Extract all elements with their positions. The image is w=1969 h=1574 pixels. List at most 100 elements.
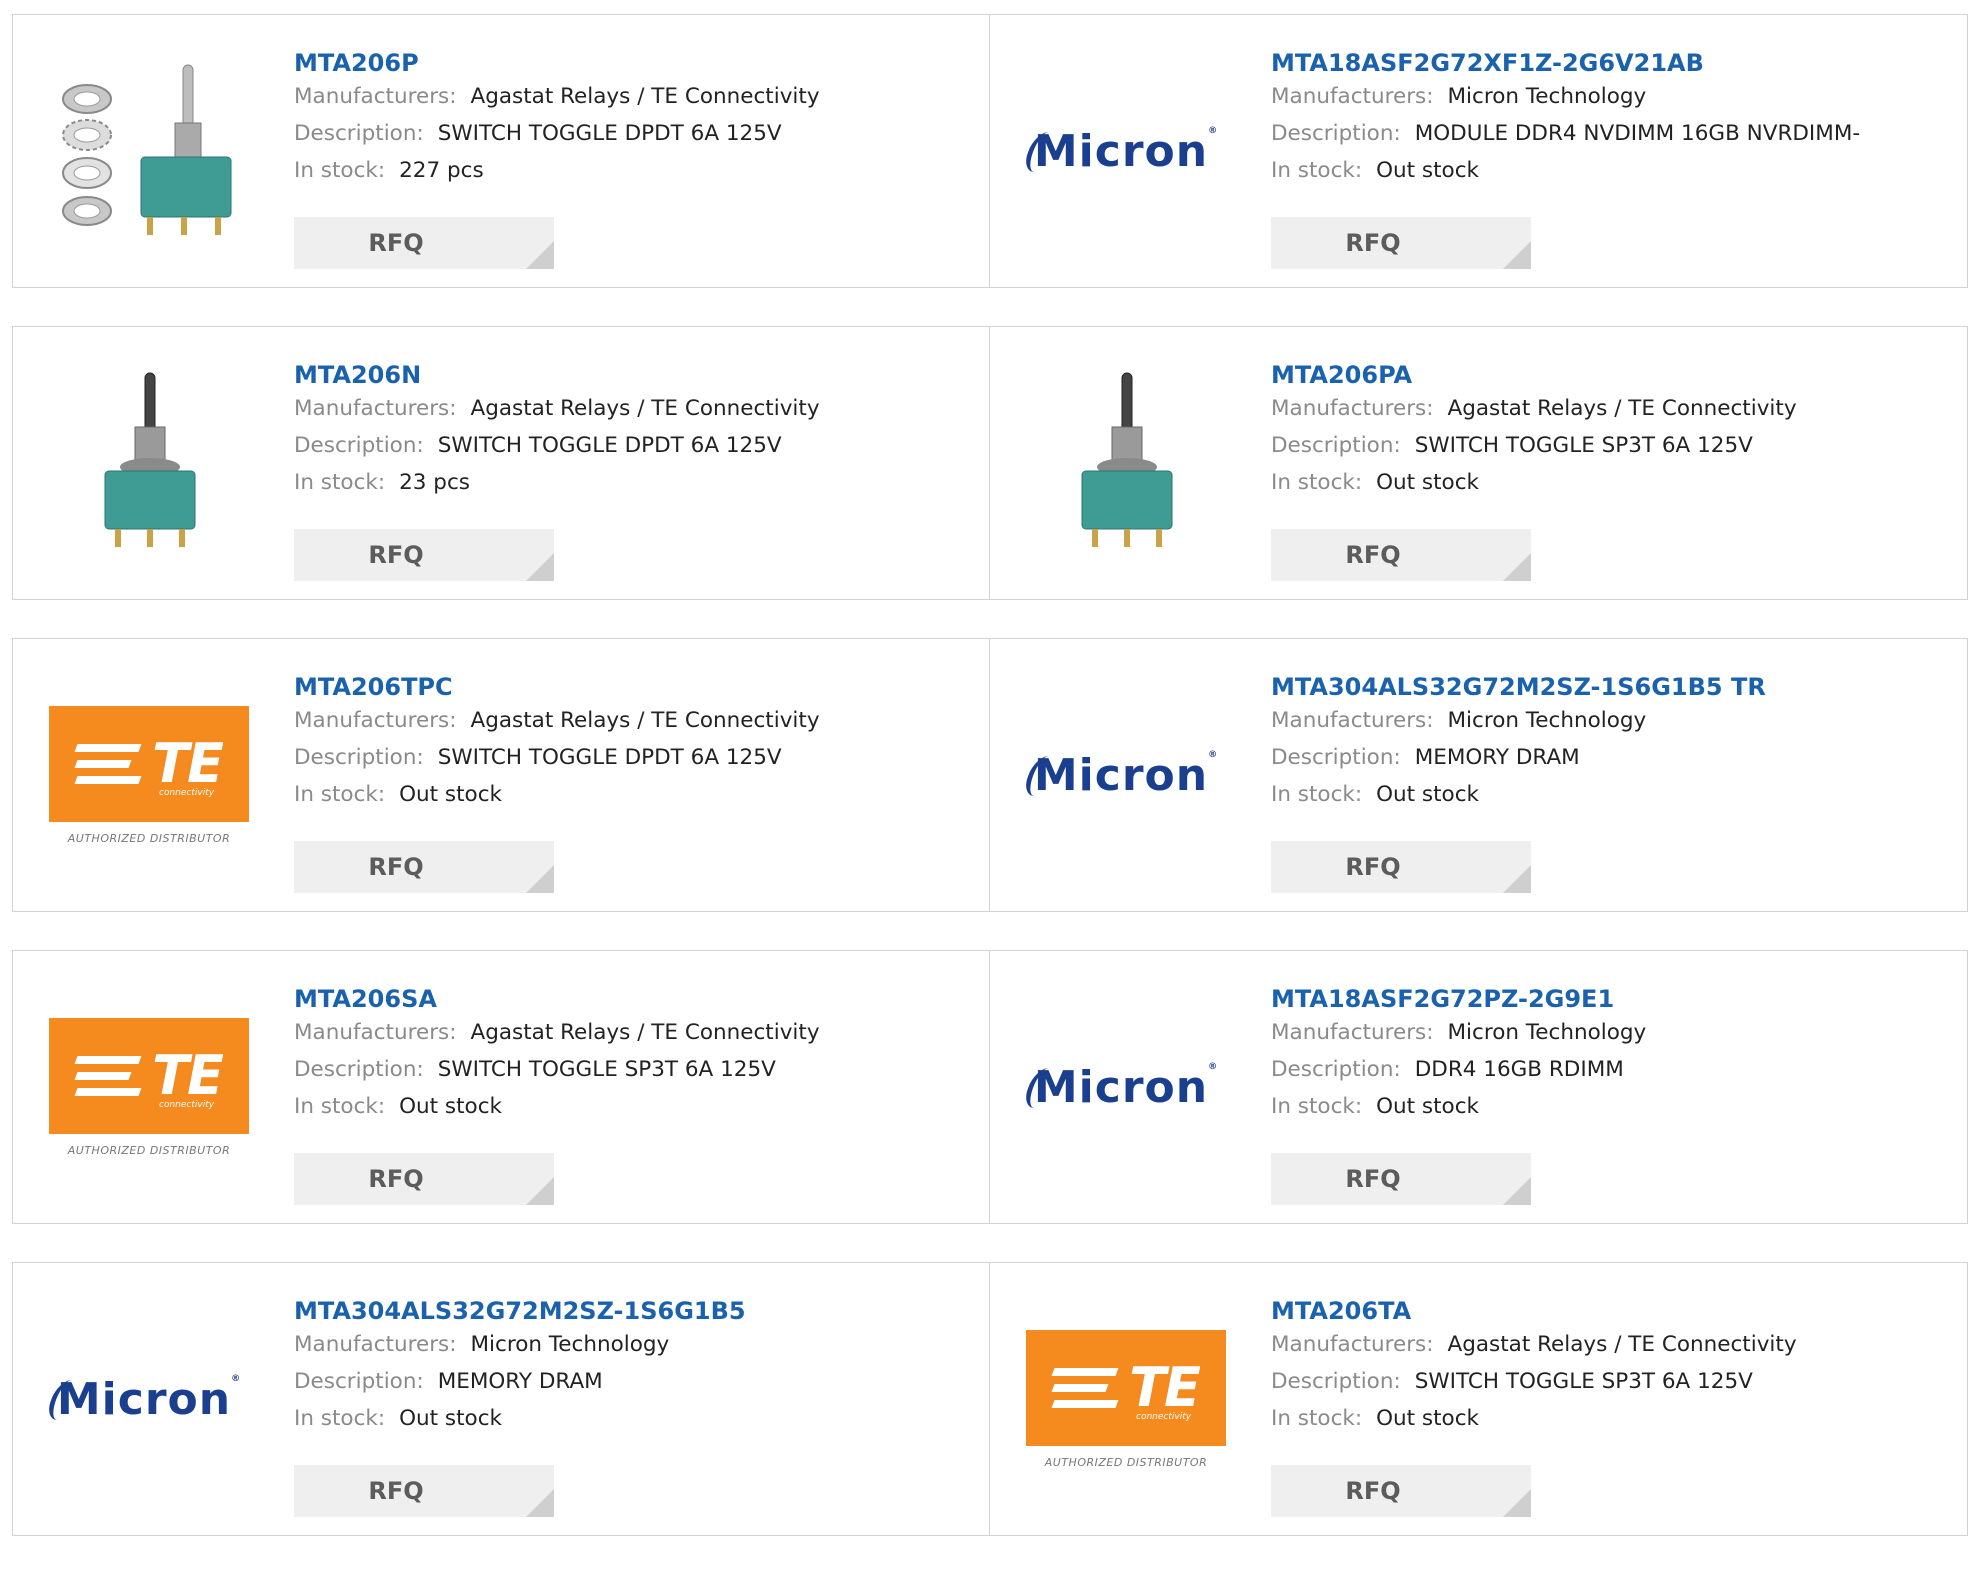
toggle-switch-icon — [104, 372, 196, 547]
stock-label: In stock: — [294, 158, 386, 183]
product-title-link[interactable]: MTA18ASF2G72XF1Z-2G6V21AB — [1271, 48, 1957, 78]
manufacturer-field: Manufacturers: Micron Technology — [294, 1326, 979, 1363]
stock-value: Out stock — [1376, 1406, 1479, 1431]
description-field: Description: SWITCH TOGGLE DPDT 6A 125V — [294, 427, 979, 464]
description-field: Description: SWITCH TOGGLE SP3T 6A 125V — [294, 1051, 979, 1088]
manufacturer-label: Manufacturers: — [294, 1332, 457, 1357]
rfq-button[interactable]: RFQ — [294, 217, 554, 269]
te-logo-mark: TE — [1129, 1356, 1201, 1419]
product-row: MTA206P Manufacturers: Agastat Relays / T… — [12, 14, 1968, 288]
micron-logo: Micron® — [1020, 1062, 1218, 1113]
te-logo-mark: TE — [152, 732, 224, 795]
manufacturer-label: Manufacturers: — [1271, 708, 1434, 733]
rfq-label: RFQ — [368, 1477, 424, 1505]
product-card: Micron® MTA18ASF2G72XF1Z-2G6V21AB Manufa… — [990, 14, 1968, 288]
corner-triangle-icon — [1503, 865, 1531, 893]
product-title-link[interactable]: MTA18ASF2G72PZ-2G9E1 — [1271, 984, 1957, 1014]
description-value: SWITCH TOGGLE SP3T 6A 125V — [1414, 433, 1753, 458]
product-title-link[interactable]: MTA206P — [294, 48, 979, 78]
product-image[interactable]: TE connectivity AUTHORIZED DISTRIBUTOR — [1026, 1299, 1226, 1499]
product-title-link[interactable]: MTA304ALS32G72M2SZ-1S6G1B5 TR — [1271, 672, 1957, 702]
rfq-button[interactable]: RFQ — [1271, 1465, 1531, 1517]
description-label: Description: — [294, 433, 424, 458]
description-value: SWITCH TOGGLE DPDT 6A 125V — [437, 433, 782, 458]
micron-logo: Micron® — [43, 1374, 241, 1425]
stock-label: In stock: — [1271, 1094, 1363, 1119]
rfq-button[interactable]: RFQ — [1271, 1153, 1531, 1205]
description-label: Description: — [294, 745, 424, 770]
product-image[interactable]: Micron® — [1020, 51, 1226, 251]
stock-value: Out stock — [1376, 782, 1479, 807]
corner-triangle-icon — [1503, 241, 1531, 269]
te-bars-icon — [74, 1055, 142, 1096]
manufacturer-label: Manufacturers: — [294, 84, 457, 109]
rfq-button[interactable]: RFQ — [294, 1153, 554, 1205]
manufacturer-label: Manufacturers: — [294, 1020, 457, 1045]
stock-value: 227 pcs — [399, 158, 484, 183]
product-card: TE connectivity AUTHORIZED DISTRIBUTOR MTA… — [12, 638, 990, 912]
product-title-link[interactable]: MTA206TPC — [294, 672, 979, 702]
description-field: Description: MODULE DDR4 NVDIMM 16GB NVRD… — [1271, 115, 1957, 152]
product-image[interactable]: TE connectivity AUTHORIZED DISTRIBUTOR — [49, 987, 249, 1187]
authorized-distributor-text: AUTHORIZED DISTRIBUTOR — [1044, 1455, 1208, 1469]
rfq-label: RFQ — [1345, 1165, 1401, 1193]
stock-field: In stock: Out stock — [1271, 1400, 1957, 1437]
product-title-link[interactable]: MTA304ALS32G72M2SZ-1S6G1B5 — [294, 1296, 979, 1326]
toggle-switch-icon — [62, 64, 232, 235]
product-title-link[interactable]: MTA206N — [294, 360, 979, 390]
manufacturer-value: Agastat Relays / TE Connectivity — [470, 84, 820, 109]
product-card: Micron® MTA304ALS32G72M2SZ-1S6G1B5 TR Ma… — [990, 638, 1968, 912]
rfq-button[interactable]: RFQ — [1271, 841, 1531, 893]
te-connectivity-logo: TE connectivity AUTHORIZED DISTRIBUTOR — [1026, 1329, 1226, 1469]
registered-mark-icon: ® — [1208, 749, 1219, 760]
stock-field: In stock: 23 pcs — [294, 464, 979, 501]
stock-field: In stock: 227 pcs — [294, 152, 979, 189]
product-image[interactable]: TE connectivity AUTHORIZED DISTRIBUTOR — [49, 675, 249, 875]
corner-triangle-icon — [526, 865, 554, 893]
micron-logo: Micron® — [1020, 749, 1219, 801]
stock-label: In stock: — [294, 470, 386, 495]
rfq-button[interactable]: RFQ — [294, 1465, 554, 1517]
product-card: MTA206PA Manufacturers: Agastat Relays / … — [990, 326, 1968, 600]
product-info: MTA18ASF2G72XF1Z-2G6V21AB Manufacturers:… — [1271, 48, 1957, 189]
product-title-link[interactable]: MTA206PA — [1271, 360, 1957, 390]
product-image[interactable] — [1026, 363, 1226, 563]
corner-triangle-icon — [526, 553, 554, 581]
stock-field: In stock: Out stock — [294, 776, 979, 813]
te-logo-subtitle: connectivity — [159, 787, 215, 798]
corner-triangle-icon — [1503, 1177, 1531, 1205]
product-image[interactable]: Micron® — [1020, 675, 1226, 875]
manufacturer-field: Manufacturers: Agastat Relays / TE Connec… — [1271, 1326, 1957, 1363]
manufacturer-field: Manufacturers: Micron Technology — [1271, 702, 1957, 739]
rfq-label: RFQ — [1345, 1477, 1401, 1505]
manufacturer-label: Manufacturers: — [1271, 396, 1434, 421]
product-image[interactable] — [49, 51, 249, 251]
rfq-button[interactable]: RFQ — [1271, 529, 1531, 581]
product-image[interactable] — [49, 363, 249, 563]
manufacturer-value: Micron Technology — [470, 1332, 670, 1357]
manufacturer-label: Manufacturers: — [294, 708, 457, 733]
rfq-label: RFQ — [1345, 541, 1401, 569]
description-value: SWITCH TOGGLE DPDT 6A 125V — [437, 121, 782, 146]
rfq-button[interactable]: RFQ — [1271, 217, 1531, 269]
product-row: MTA206N Manufacturers: Agastat Relays / T… — [12, 326, 1968, 600]
stock-value: Out stock — [399, 782, 502, 807]
rfq-button[interactable]: RFQ — [294, 841, 554, 893]
te-logo-box: TE connectivity — [49, 705, 249, 822]
product-image[interactable]: Micron® — [43, 1299, 249, 1499]
manufacturer-label: Manufacturers: — [1271, 1332, 1434, 1357]
product-title-link[interactable]: MTA206SA — [294, 984, 979, 1014]
product-title-link[interactable]: MTA206TA — [1271, 1296, 1957, 1326]
te-logo-box: TE connectivity — [1026, 1329, 1226, 1446]
registered-mark-icon: ® — [1208, 125, 1219, 136]
product-info: MTA206TA Manufacturers: Agastat Relays / … — [1271, 1296, 1957, 1437]
rfq-button[interactable]: RFQ — [294, 529, 554, 581]
description-field: Description: DDR4 16GB RDIMM — [1271, 1051, 1957, 1088]
stock-field: In stock: Out stock — [1271, 1088, 1957, 1125]
manufacturer-value: Agastat Relays / TE Connectivity — [1447, 1332, 1797, 1357]
product-image[interactable]: Micron® — [1020, 987, 1226, 1187]
product-card: TE connectivity AUTHORIZED DISTRIBUTOR MTA… — [12, 950, 990, 1224]
description-label: Description: — [294, 1057, 424, 1082]
stock-label: In stock: — [1271, 1406, 1363, 1431]
description-value: SWITCH TOGGLE SP3T 6A 125V — [1414, 1369, 1753, 1394]
